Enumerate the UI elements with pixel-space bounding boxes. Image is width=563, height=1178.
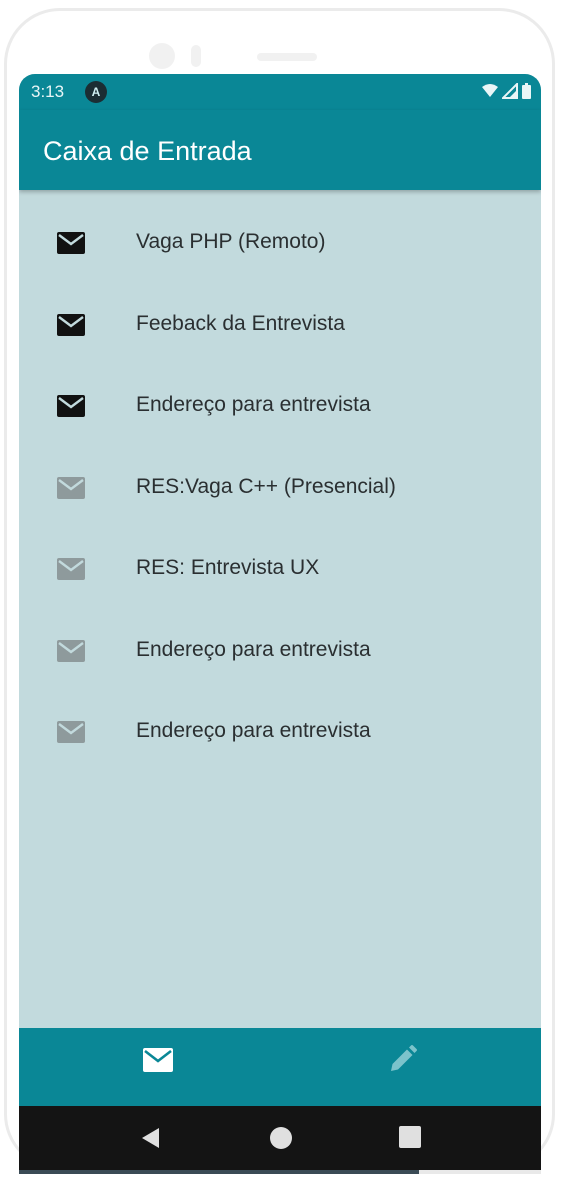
proximity-sensor [191,45,201,67]
mail-icon [57,721,85,743]
tab-inbox[interactable] [19,1028,280,1106]
message-subject: Endereço para entrevista [136,637,371,661]
mail-icon [57,558,85,580]
status-bar: 3:13 A [19,74,541,110]
home-indicator [419,1170,541,1174]
list-item[interactable]: Endereço para entrevista [19,693,541,775]
inbox-list: Vaga PHP (Remoto) Feeback da Entrevista … [19,204,541,775]
tab-compose[interactable] [280,1028,541,1106]
battery-icon [522,83,531,99]
system-navigation-bar [19,1106,541,1170]
signal-icon [502,83,518,99]
app-bar: Caixa de Entrada [19,110,541,190]
earpiece-speaker [257,53,317,61]
mail-icon [57,313,85,336]
mail-icon [57,232,85,254]
list-item[interactable]: RES:Vaga C++ (Presencial) [19,449,541,531]
message-subject: Endereço para entrevista [136,393,371,416]
message-subject: Vaga PHP (Remoto) [136,230,326,253]
app-screen: 3:13 A Caixa de Entrada Vaga PHP (Remoto… [19,74,541,1174]
recents-icon[interactable] [399,1126,421,1148]
pencil-icon [391,1045,417,1071]
status-time: 3:13 [31,82,65,101]
mail-icon [143,1048,173,1072]
message-subject: Feeback da Entrevista [136,311,345,335]
list-item[interactable]: Vaga PHP (Remoto) [19,204,541,286]
notification-badge: A [85,81,107,103]
message-subject: RES: Entrevista UX [136,556,320,579]
list-item[interactable]: Feeback da Entrevista [19,286,541,368]
wifi-icon [482,84,498,97]
list-item[interactable]: RES: Entrevista UX [19,530,541,612]
back-icon[interactable] [139,1126,161,1150]
gesture-strip [19,1170,419,1174]
status-icons [482,83,531,99]
mail-icon [57,476,85,499]
list-item[interactable]: Endereço para entrevista [19,367,541,449]
home-icon[interactable] [269,1126,293,1150]
message-subject: Endereço para entrevista [136,719,371,742]
front-camera [149,43,175,69]
list-item[interactable]: Endereço para entrevista [19,612,541,694]
page-title: Caixa de Entrada [43,136,252,166]
mail-icon [57,395,85,417]
mail-icon [57,639,85,662]
bottom-navigation [19,1028,541,1106]
message-subject: RES:Vaga C++ (Presencial) [136,474,396,498]
